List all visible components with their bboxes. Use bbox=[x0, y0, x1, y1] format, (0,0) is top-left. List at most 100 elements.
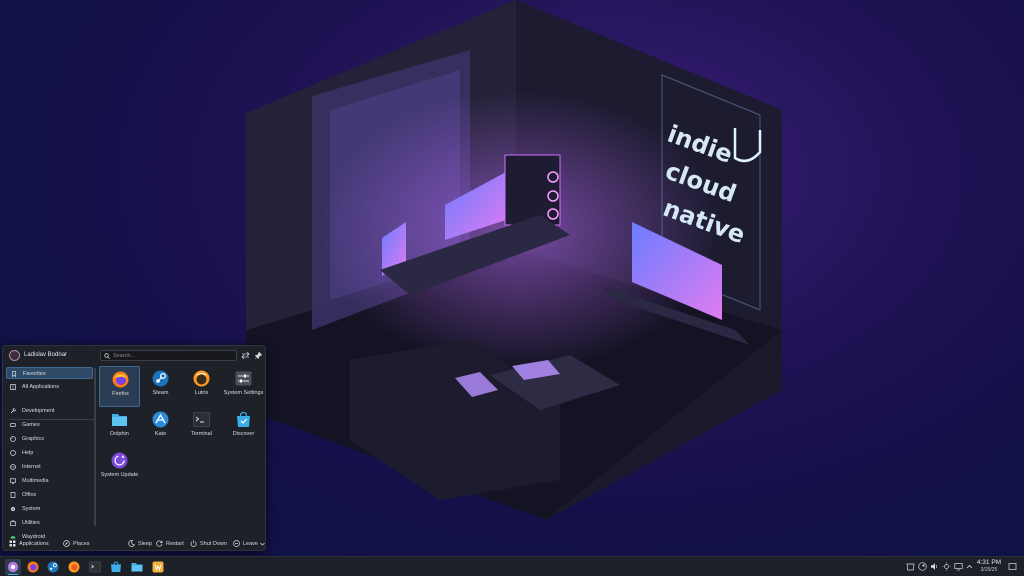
favorites-grid: Firefox Steam Lutris System Settings Dol… bbox=[99, 366, 264, 511]
category-development[interactable]: Development bbox=[6, 405, 93, 417]
taskbar-application-launcher[interactable] bbox=[5, 559, 21, 575]
network-icon[interactable] bbox=[954, 562, 963, 571]
welcome-icon bbox=[152, 561, 164, 573]
steam-tray-icon[interactable] bbox=[918, 562, 927, 571]
steam-icon bbox=[152, 370, 169, 387]
category-label: All Applications bbox=[22, 384, 59, 390]
app-dolphin[interactable]: Dolphin bbox=[99, 407, 140, 448]
configure-button[interactable] bbox=[241, 351, 250, 360]
terminal-icon bbox=[89, 561, 101, 573]
category-system[interactable]: System bbox=[6, 503, 93, 515]
show-desktop-icon[interactable] bbox=[1008, 562, 1017, 571]
category-favorites[interactable]: Favorites bbox=[6, 367, 93, 379]
moon-icon bbox=[128, 540, 135, 547]
volume-icon[interactable] bbox=[930, 562, 939, 571]
applications-tab[interactable]: Applications bbox=[9, 538, 55, 550]
restart-button[interactable]: Restart bbox=[156, 538, 188, 550]
brightness-icon[interactable] bbox=[942, 562, 951, 571]
app-system-update[interactable]: System Update bbox=[99, 448, 140, 494]
category-internet[interactable]: Internet bbox=[6, 461, 93, 473]
app-label: System Update bbox=[100, 472, 139, 478]
gamepad-icon bbox=[10, 423, 16, 427]
leave-label: Leave bbox=[243, 541, 258, 547]
clock-date[interactable]: 3/29/25 bbox=[975, 567, 1003, 573]
app-discover[interactable]: Discover bbox=[223, 407, 264, 448]
taskbar-discover[interactable] bbox=[108, 559, 124, 575]
places-tab[interactable]: Places bbox=[63, 538, 93, 550]
launcher-footer: Applications Places Sleep Restart Shut D… bbox=[3, 538, 265, 550]
taskbar: 4:31 PM 3/29/25 bbox=[0, 556, 1024, 576]
sleep-label: Sleep bbox=[138, 541, 153, 547]
search-icon bbox=[104, 353, 110, 359]
palette-icon bbox=[10, 436, 16, 442]
category-graphics[interactable]: Graphics bbox=[6, 433, 93, 445]
app-firefox[interactable]: Firefox bbox=[99, 366, 140, 407]
category-office[interactable]: Office bbox=[6, 489, 93, 501]
app-label: Terminal bbox=[191, 431, 212, 437]
lutris-icon bbox=[193, 370, 210, 387]
search-box[interactable] bbox=[100, 350, 237, 361]
category-scrollbar[interactable] bbox=[94, 368, 96, 526]
sleep-button[interactable]: Sleep bbox=[128, 538, 154, 550]
terminal-icon bbox=[193, 412, 210, 427]
category-label: Games bbox=[22, 422, 40, 428]
taskbar-steam[interactable] bbox=[45, 559, 61, 575]
firefox-icon bbox=[27, 561, 39, 573]
category-label: Office bbox=[22, 492, 37, 498]
monitor-icon bbox=[10, 478, 16, 484]
taskbar-dolphin[interactable] bbox=[129, 559, 145, 575]
clock-time[interactable]: 4:31 PM bbox=[975, 559, 1003, 566]
grid-icon bbox=[10, 384, 16, 390]
category-label: Utilities bbox=[22, 520, 40, 526]
app-label: Lutris bbox=[194, 390, 209, 396]
app-system-settings[interactable]: System Settings bbox=[223, 366, 264, 407]
app-terminal[interactable]: Terminal bbox=[181, 407, 222, 448]
shutdown-button[interactable]: Shut Down bbox=[190, 538, 228, 550]
chevron-up-icon[interactable] bbox=[965, 562, 974, 571]
app-label: Steam bbox=[152, 390, 169, 396]
category-all-applications[interactable]: All Applications bbox=[6, 381, 93, 393]
taskbar-firefox[interactable] bbox=[25, 559, 41, 575]
updates-tray-icon[interactable] bbox=[906, 562, 915, 571]
taskbar-terminal[interactable] bbox=[87, 559, 103, 575]
app-lutris[interactable]: Lutris bbox=[181, 366, 222, 407]
category-label: Development bbox=[22, 408, 55, 414]
toolbox-icon bbox=[10, 520, 16, 526]
app-label: Firefox bbox=[112, 391, 129, 397]
category-label: Help bbox=[22, 450, 34, 456]
category-multimedia[interactable]: Multimedia bbox=[6, 475, 93, 487]
category-help[interactable]: Help bbox=[6, 447, 93, 459]
places-tab-label: Places bbox=[73, 541, 90, 547]
leave-icon bbox=[233, 540, 240, 547]
app-label: Discover bbox=[232, 431, 255, 437]
category-label: Multimedia bbox=[22, 478, 49, 484]
search-input[interactable] bbox=[113, 352, 233, 360]
app-steam[interactable]: Steam bbox=[140, 366, 181, 407]
steam-icon bbox=[47, 561, 59, 573]
category-games[interactable]: Games bbox=[6, 419, 93, 431]
restart-icon bbox=[156, 540, 163, 547]
chevron-down-icon bbox=[260, 542, 265, 546]
store-icon bbox=[237, 411, 250, 427]
update-icon bbox=[111, 452, 128, 469]
user-avatar[interactable] bbox=[9, 350, 20, 361]
app-label: Dolphin bbox=[110, 431, 129, 437]
settings-icon bbox=[235, 371, 252, 386]
store-icon bbox=[111, 561, 121, 572]
bookmark-icon bbox=[12, 371, 16, 377]
category-label: Graphics bbox=[22, 436, 45, 442]
shutdown-label: Shut Down bbox=[200, 541, 227, 547]
document-icon bbox=[10, 492, 16, 498]
leave-button[interactable]: Leave bbox=[233, 538, 266, 550]
taskbar-welcome[interactable] bbox=[150, 559, 166, 575]
category-label: System bbox=[22, 506, 41, 512]
gear-icon bbox=[11, 507, 15, 511]
taskbar-firefox-window[interactable] bbox=[66, 559, 82, 575]
app-kate[interactable]: Kate bbox=[140, 407, 181, 448]
restart-label: Restart bbox=[166, 541, 184, 547]
category-utilities[interactable]: Utilities bbox=[6, 517, 93, 529]
pin-icon[interactable] bbox=[254, 351, 263, 360]
power-icon bbox=[190, 540, 197, 547]
category-label: Favorites bbox=[23, 371, 46, 377]
app-label: Kate bbox=[154, 431, 167, 437]
